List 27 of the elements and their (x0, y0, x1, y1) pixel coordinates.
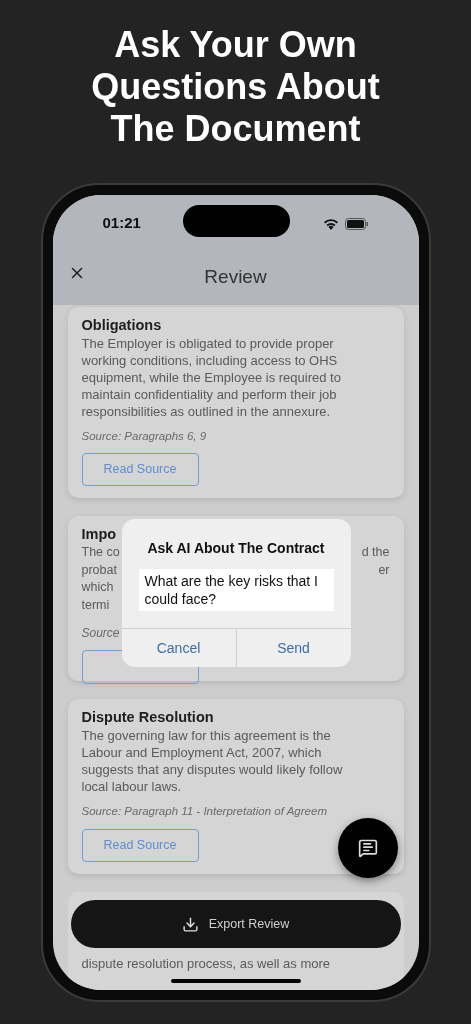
card-title: Impo (81, 525, 117, 545)
card-text: d the (361, 544, 390, 562)
chat-icon (357, 838, 378, 858)
dialog-button[interactable]: Send (235, 629, 351, 667)
wifi-icon (322, 217, 339, 230)
card-text: termi (81, 596, 111, 614)
source-label: Source (81, 625, 120, 643)
card-title: Obligations (81, 316, 163, 335)
source-label: Source: Paragraphs 6, 9 (81, 429, 207, 444)
export-button[interactable]: Export Review (70, 900, 401, 948)
dialog-button[interactable]: Cancel (121, 629, 236, 667)
card-text: er (378, 561, 390, 579)
card-body: The governing law for this agreement is the Labour and Employment Act, 2007, which suggests that any disputes would likely follow local labour laws. (81, 727, 344, 796)
status-time: 01:21 (102, 213, 141, 234)
card-text: which (81, 579, 115, 597)
card-title: Dispute Resolution (81, 708, 215, 728)
source-label: Source: Paragraph 11 - Interpretation of Agreem (81, 804, 327, 820)
download-icon (181, 915, 199, 933)
question-field[interactable]: What are the key risks that I could face? (138, 569, 334, 611)
dialog-title: Ask AI About The Contract (146, 539, 326, 558)
card-text: probat (81, 561, 118, 579)
headline: Ask Your Own Questions About The Document (90, 24, 381, 150)
card-text: The co (81, 544, 120, 562)
screen-title: Review (204, 265, 267, 290)
card-body: dispute resolution process, as well as more (81, 954, 331, 972)
card-body: The Employer is obligated to provide proper working conditions, including access to OHS equipment, while the Employee is required to maintain confidentiality and perform their job responsibilities as outlined in the annexure. (81, 335, 342, 420)
battery-icon (344, 217, 369, 230)
